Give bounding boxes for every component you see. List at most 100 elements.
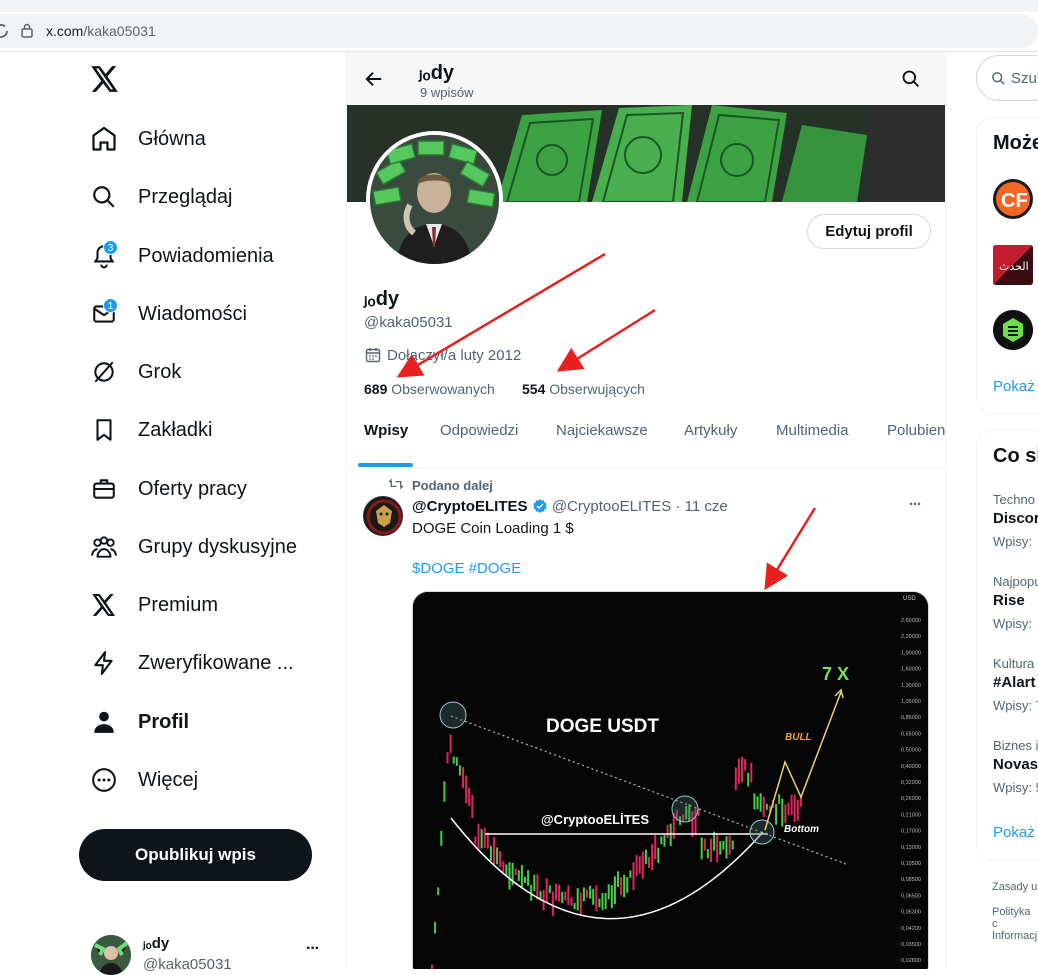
chart-candle (744, 759, 747, 771)
chart-candle (741, 756, 743, 783)
search-box[interactable]: Szuk (976, 55, 1038, 101)
nav-grok-label: Grok (138, 360, 182, 383)
chart-candle (663, 835, 666, 847)
chart-candle (561, 892, 564, 904)
nav-jobs[interactable]: Oferty pracy (88, 466, 247, 512)
followers-link[interactable]: 554 Obserwujących (522, 381, 645, 397)
chart-candle (793, 795, 796, 822)
account-name: ⱼₒdy (143, 935, 170, 952)
following-link[interactable]: 689 Obserwowanych (364, 381, 495, 397)
post-author-avatar[interactable] (363, 496, 403, 536)
chart-candle (753, 793, 756, 810)
chart-target-label: 7 X (822, 664, 849, 684)
post-more-icon[interactable]: ··· (909, 496, 922, 513)
x-logo-icon[interactable] (91, 66, 119, 92)
tab-likes[interactable]: Polubien (887, 422, 945, 439)
who-to-follow-show-more[interactable]: Pokaż (993, 378, 1035, 395)
trend-name[interactable]: #Alart (993, 674, 1036, 691)
publish-post-button[interactable]: Opublikuj wpis (79, 829, 312, 881)
lock-icon[interactable] (20, 22, 34, 38)
nav-messages[interactable]: 1 Wiadomości (88, 291, 247, 337)
nav-bookmarks[interactable]: Zakładki (88, 407, 212, 453)
chart-candle (648, 857, 650, 869)
chart-candle (620, 877, 623, 896)
chart-candle (747, 772, 750, 787)
trend-name[interactable]: Novas (993, 756, 1038, 773)
chart-candle (595, 885, 598, 912)
nav-profile[interactable]: Profil (88, 699, 189, 745)
account-more-icon[interactable]: ··· (306, 940, 320, 958)
chart-title: DOGE USDT (546, 716, 659, 737)
chart-axis-tick: 0,13000 (901, 845, 921, 851)
messages-badge: 1 (103, 298, 118, 313)
post-time[interactable]: 11 cze (685, 498, 728, 515)
post-author-handle[interactable]: @CryptooELITES (552, 498, 671, 515)
tab-media[interactable]: Multimedia (776, 422, 849, 439)
nav-verified-orgs[interactable]: Zweryfikowane ... (88, 640, 294, 686)
nav-premium[interactable]: Premium (88, 582, 218, 628)
suggestion-avatar-2[interactable]: الحدث (993, 245, 1033, 285)
chart-axis-tick: 0,21000 (901, 812, 921, 818)
footer-link-info[interactable]: Informacj (992, 930, 1037, 942)
chart-candle (734, 767, 737, 791)
footer-link-terms[interactable]: Zasady u (992, 881, 1037, 893)
post-hashtags[interactable]: $DOGE #DOGE (412, 560, 521, 577)
tab-articles[interactable]: Artykuły (684, 422, 737, 439)
nav-notifications[interactable]: 3 Powiadomienia (88, 233, 274, 279)
annotation-arrows-top (396, 252, 656, 378)
back-arrow-icon[interactable] (365, 70, 383, 88)
suggestion-avatar-3[interactable] (993, 310, 1033, 350)
tab-highlights[interactable]: Najciekawsze (556, 422, 648, 439)
nav-communities[interactable]: Grupy dyskusyjne (88, 524, 297, 570)
url-path: /kaka05031 (83, 23, 156, 39)
chart-candle (617, 871, 619, 887)
chart-axis-tick: 0,50000 (901, 748, 921, 754)
chart-candle (725, 836, 728, 859)
header-profile-name: ⱼₒdy (419, 62, 455, 84)
nav-grok[interactable]: Grok (88, 349, 181, 395)
profile-header-bar: ⱼₒdy 9 wpisów (347, 52, 945, 105)
chart-axis-unit: USD (903, 596, 916, 602)
chart-candle (558, 884, 561, 902)
nav-more[interactable]: Więcej (88, 757, 198, 803)
nav-home[interactable]: Główna (88, 116, 206, 162)
trend-name[interactable]: Rise (993, 592, 1025, 609)
search-icon (88, 181, 120, 213)
search-icon[interactable] (901, 69, 921, 89)
tab-replies[interactable]: Odpowiedzi (440, 422, 518, 439)
nav-explore[interactable]: Przeglądaj (88, 174, 233, 220)
doge-chart-image: DOGE USDT @CryptooELİTES 7 X BULL Bottom… (413, 592, 928, 969)
chart-candle (638, 856, 641, 874)
chart-candle (480, 829, 483, 849)
person-icon (88, 706, 120, 738)
repost-icon (389, 478, 403, 490)
trends-show-more[interactable]: Pokaż (993, 824, 1035, 841)
account-avatar[interactable] (91, 935, 131, 975)
post-author-name[interactable]: @CryptoELITES (412, 498, 527, 515)
chart-candle (731, 840, 734, 850)
chart-axis-tick: 0,03500 (901, 942, 921, 948)
chart-candle (790, 794, 793, 815)
reload-icon[interactable] (0, 22, 10, 40)
suggestion-avatar-1[interactable]: CF (993, 179, 1033, 219)
chart-candle (458, 765, 461, 776)
post-text: DOGE Coin Loading 1 $ (412, 520, 574, 537)
chart-axis-tick: 0,32000 (901, 780, 921, 786)
trend-name[interactable]: Discor (993, 510, 1038, 527)
svg-text:CF: CF (1001, 190, 1028, 212)
post-image[interactable]: DOGE USDT @CryptooELİTES 7 X BULL Bottom… (412, 591, 929, 969)
chart-candle (446, 752, 449, 764)
trends-title: Co si (993, 445, 1038, 467)
chart-candle (654, 835, 657, 860)
chart-candle (483, 827, 486, 849)
tab-posts[interactable]: Wpisy (364, 422, 408, 439)
footer-link-privacy[interactable]: Polityka c (992, 906, 1038, 930)
chart-candle (775, 803, 778, 825)
chart-candle (502, 861, 505, 873)
chart-candle (778, 794, 781, 804)
chart-candle (573, 903, 576, 910)
chart-candle (781, 798, 784, 827)
grok-icon (88, 356, 120, 388)
people-icon (88, 531, 120, 563)
url-text[interactable]: x.com/kaka05031 (46, 23, 156, 39)
